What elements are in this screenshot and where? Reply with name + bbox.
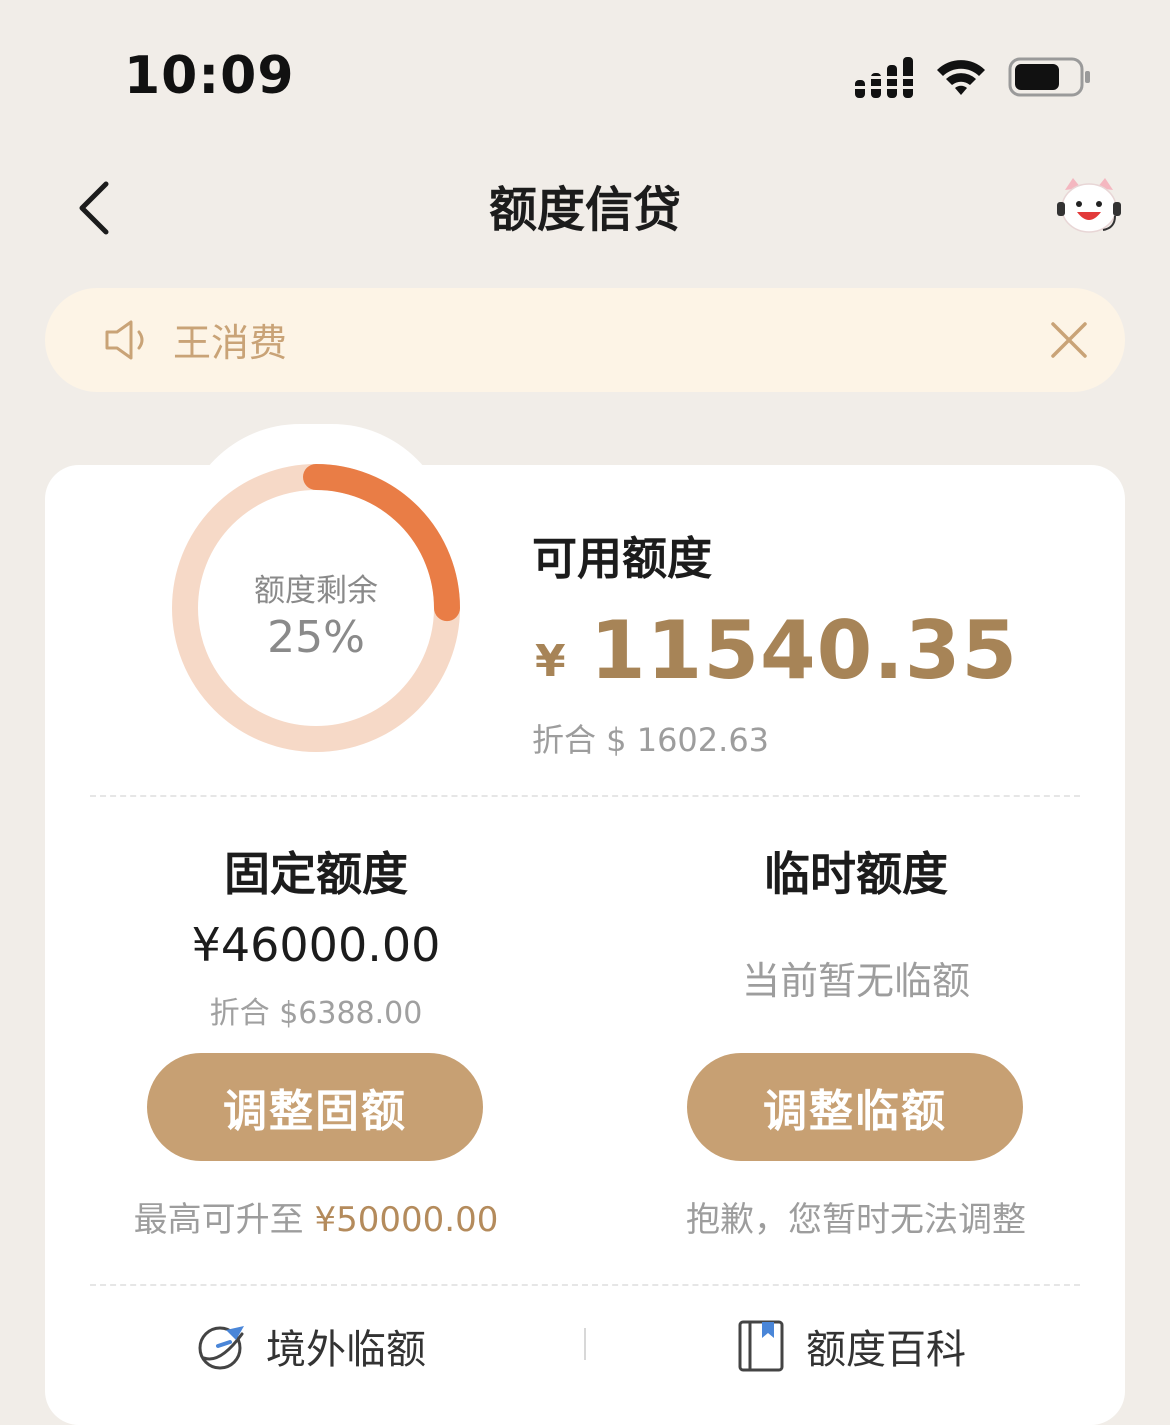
overseas-temporary-credit-link[interactable]: 境外临额 bbox=[196, 1316, 426, 1376]
fixed-credit-usd: 折合 $6388.00 bbox=[209, 996, 423, 1031]
available-credit-amount: 11540.35 bbox=[590, 604, 1019, 697]
temporary-credit-title: 临时额度 bbox=[764, 847, 948, 901]
battery-icon bbox=[1008, 57, 1090, 97]
cellular-signal-icon bbox=[855, 57, 915, 98]
speaker-icon bbox=[105, 320, 144, 360]
divider bbox=[90, 1284, 1080, 1286]
available-credit-title: 可用额度 bbox=[532, 532, 713, 585]
wifi-icon bbox=[937, 60, 985, 95]
notice-text: 王消费 bbox=[173, 321, 288, 365]
customer-service-mascot-icon[interactable] bbox=[1055, 176, 1123, 236]
fixed-credit-amount: ¥46000.00 bbox=[191, 918, 441, 972]
fixed-credit-tip: 最高可升至 ¥50000.00 bbox=[56, 1192, 576, 1241]
fixed-tip-prefix: 最高可升至 bbox=[133, 1200, 315, 1240]
wiki-link-label: 额度百科 bbox=[806, 1327, 966, 1373]
available-credit-usd: 折合 $ 1602.63 bbox=[532, 721, 770, 759]
overseas-link-label: 境外临额 bbox=[266, 1327, 426, 1373]
adjust-temporary-credit-button[interactable]: 调整临额 bbox=[687, 1053, 1023, 1161]
fixed-credit-title: 固定额度 bbox=[224, 847, 408, 901]
ring-label: 额度剩余 bbox=[254, 573, 378, 609]
adjust-fixed-credit-button[interactable]: 调整固额 bbox=[147, 1053, 483, 1161]
footer-separator bbox=[584, 1328, 586, 1360]
currency-symbol: ¥ bbox=[535, 636, 566, 687]
ring-percent: 25% bbox=[267, 612, 365, 663]
status-time: 10:09 bbox=[124, 46, 295, 106]
page-title: 额度信贷 bbox=[488, 182, 681, 238]
divider bbox=[90, 795, 1080, 797]
close-icon[interactable] bbox=[1049, 320, 1089, 360]
temporary-credit-tip: 抱歉，您暂时无法调整 bbox=[686, 1200, 1026, 1240]
fixed-tip-max-value: ¥50000.00 bbox=[314, 1200, 499, 1240]
credit-wiki-link[interactable]: 额度百科 bbox=[736, 1316, 966, 1376]
temporary-credit-status: 当前暂无临额 bbox=[741, 959, 970, 1003]
globe-plane-icon bbox=[198, 1326, 244, 1370]
book-icon bbox=[738, 1320, 784, 1372]
notice-bar[interactable]: 王消费 bbox=[45, 288, 1125, 392]
